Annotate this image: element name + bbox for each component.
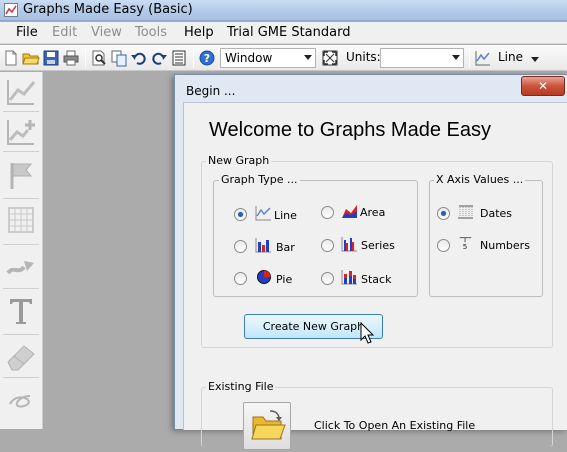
pie-chart-icon [257, 270, 271, 284]
chevron-down-icon [452, 55, 460, 60]
units-label: Units: [346, 50, 381, 64]
number-axis-icon: 5 [459, 237, 472, 251]
draw-line-tool-icon[interactable] [4, 76, 38, 108]
radio-stack[interactable] [321, 272, 334, 285]
redo-icon[interactable] [150, 49, 168, 67]
title-bar: Graphs Made Easy (Basic) [0, 0, 567, 21]
open-folder-icon [251, 410, 286, 440]
window-title: Graphs Made Easy (Basic) [23, 2, 193, 17]
dialog-title: Begin ... [186, 84, 236, 98]
new-file-icon[interactable] [2, 49, 20, 67]
print-preview-icon[interactable] [90, 49, 108, 67]
radio-area[interactable] [321, 206, 334, 219]
undo-icon[interactable] [130, 49, 148, 67]
palette-separator [3, 244, 39, 245]
graph-type-select-value[interactable]: Line [498, 50, 523, 64]
radio-line[interactable] [234, 208, 247, 221]
open-existing-file-label[interactable]: Click To Open An Existing File [314, 419, 475, 432]
radio-bar[interactable] [234, 240, 247, 253]
palette-separator [3, 334, 39, 335]
pie-option-label[interactable]: Pie [276, 273, 292, 286]
radio-dates[interactable] [437, 207, 450, 220]
trend-arrow-tool-icon[interactable] [4, 251, 38, 283]
fit-to-window-icon[interactable] [321, 49, 339, 67]
toolbar-separator [85, 48, 86, 68]
units-select[interactable] [380, 48, 464, 68]
calendar-icon [458, 205, 473, 219]
area-option-label[interactable]: Area [360, 206, 385, 219]
chevron-down-icon[interactable] [531, 57, 539, 62]
menu-help[interactable]: Help [184, 25, 214, 40]
graph-type-legend: Graph Type ... [219, 173, 300, 186]
svg-text:5: 5 [463, 242, 468, 251]
properties-icon[interactable] [170, 49, 188, 67]
open-folder-icon[interactable] [22, 49, 40, 67]
dialog-body: Welcome to Graphs Made Easy New Graph Gr… [183, 102, 567, 450]
tool-palette [0, 72, 43, 429]
dates-option-label[interactable]: Dates [480, 207, 512, 220]
menu-file[interactable]: File [16, 25, 38, 40]
create-new-graph-label: Create New Graph [262, 320, 365, 333]
area-chart-icon [342, 205, 357, 218]
palette-separator [3, 111, 39, 112]
radio-series[interactable] [321, 239, 334, 252]
line-option-label[interactable]: Line [274, 209, 297, 222]
menu-tools[interactable]: Tools [135, 25, 167, 40]
save-icon[interactable] [42, 49, 60, 67]
line-chart-icon [255, 206, 271, 221]
bar-chart-icon [255, 238, 271, 253]
text-tool-icon[interactable] [4, 295, 38, 327]
menu-view[interactable]: View [91, 25, 122, 40]
toolbar-separator [193, 48, 194, 68]
eraser-tool-icon[interactable] [4, 340, 38, 372]
toolbar: ? Window Units: Line [0, 45, 567, 71]
svg-text:?: ? [204, 52, 210, 65]
view-select[interactable]: Window [220, 48, 316, 68]
series-chart-icon [341, 237, 357, 252]
print-icon[interactable] [62, 49, 80, 67]
mouse-cursor-icon [360, 322, 374, 344]
add-point-tool-icon[interactable] [4, 116, 38, 148]
radio-numbers[interactable] [437, 239, 450, 252]
menu-trial-gme-standard[interactable]: Trial GME Standard [227, 25, 350, 40]
chevron-down-icon [304, 55, 312, 60]
close-icon: ✕ [537, 79, 549, 93]
palette-separator [3, 151, 39, 152]
flag-tool-icon[interactable] [4, 159, 38, 191]
numbers-option-label[interactable]: Numbers [480, 239, 530, 252]
app-icon [4, 3, 18, 17]
copy-icon[interactable] [110, 49, 128, 67]
palette-separator [3, 377, 39, 378]
line-chart-icon[interactable] [474, 49, 492, 67]
stack-chart-icon [341, 270, 357, 285]
begin-dialog: Begin ... ✕ Welcome to Graphs Made Easy … [174, 74, 567, 450]
new-graph-legend: New Graph [206, 154, 272, 167]
close-button[interactable]: ✕ [521, 76, 565, 96]
existing-file-legend: Existing File [206, 380, 276, 393]
palette-separator [3, 288, 39, 289]
view-select-value: Window [225, 51, 273, 65]
welcome-heading: Welcome to Graphs Made Easy [209, 119, 491, 141]
toolbar-separator [469, 48, 470, 68]
grid-tool-icon[interactable] [4, 204, 38, 236]
open-file-button[interactable] [243, 402, 291, 450]
stack-option-label[interactable]: Stack [361, 273, 391, 286]
help-icon[interactable]: ? [198, 49, 216, 67]
freehand-tool-icon[interactable] [4, 384, 38, 416]
x-axis-values-legend: X Axis Values ... [434, 173, 526, 186]
series-option-label[interactable]: Series [361, 239, 395, 252]
bar-option-label[interactable]: Bar [276, 241, 295, 254]
radio-pie[interactable] [234, 272, 247, 285]
menu-bar: File Edit View Tools Help Trial GME Stan… [0, 22, 567, 44]
palette-separator [3, 198, 39, 199]
menu-edit[interactable]: Edit [52, 25, 77, 40]
